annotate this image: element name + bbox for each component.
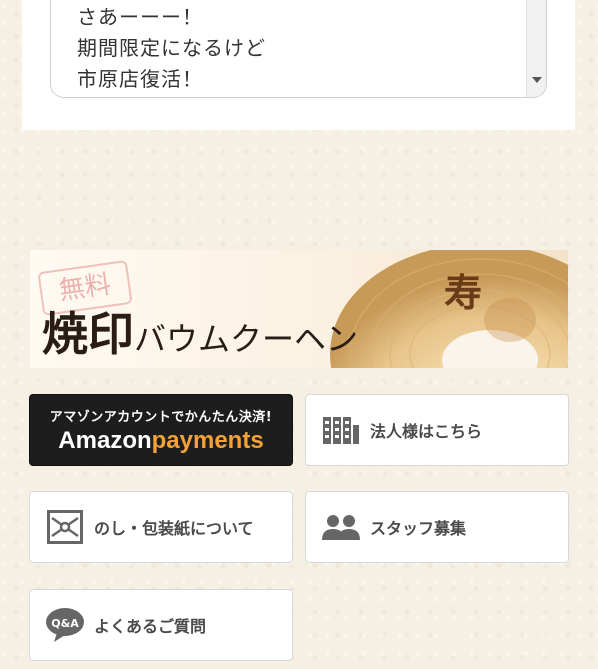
svg-text:Q&A: Q&A xyxy=(51,617,79,630)
scroll-down-arrow-icon[interactable] xyxy=(532,77,542,83)
message-line: 市原店復活！ xyxy=(77,67,203,91)
textarea-scrollbar[interactable] xyxy=(526,0,546,97)
message-line: さあーーー！ xyxy=(77,5,203,29)
noshi-wrapping-button-label: のし・包装紙について xyxy=(94,519,254,538)
building-icon xyxy=(320,409,362,451)
amazon-payments-button[interactable]: アマゾンアカウントでかんたん決済! Amazonpayments xyxy=(29,394,293,466)
banner-title-main: 焼印 xyxy=(42,307,134,361)
banner-title-sub: バウムクーヘン xyxy=(134,320,359,358)
amazon-payments-logo: Amazonpayments xyxy=(58,427,263,455)
staff-recruitment-button[interactable]: スタッフ募集 xyxy=(305,491,569,563)
people-icon xyxy=(320,506,362,548)
noshi-wrapping-button[interactable]: のし・包装紙について xyxy=(29,491,293,563)
faq-button-label: よくあるご質問 xyxy=(94,617,207,636)
message-text: さあーーー！ 期間限定になるけど 市原店復活！ xyxy=(77,2,266,95)
staff-recruitment-button-label: スタッフ募集 xyxy=(370,519,467,538)
amazon-brand: Amazon xyxy=(58,426,152,454)
faq-button[interactable]: Q&A よくあるご質問 xyxy=(29,589,293,661)
message-textarea[interactable]: さあーーー！ 期間限定になるけど 市原店復活！ xyxy=(50,0,547,98)
corporate-button[interactable]: 法人様はこちら xyxy=(305,394,569,466)
yakiin-baumkuchen-banner[interactable]: 寿 無料 焼印バウムクーヘン xyxy=(30,250,568,368)
corporate-button-label: 法人様はこちら xyxy=(370,422,483,441)
amazon-pay: payments xyxy=(151,426,264,454)
banner-title: 焼印バウムクーヘン xyxy=(42,298,358,364)
qa-bubble-icon: Q&A xyxy=(44,604,86,646)
message-panel: さあーーー！ 期間限定になるけど 市原店復活！ xyxy=(22,0,575,130)
brand-mark: 寿 xyxy=(444,270,483,315)
amazon-payments-caption: アマゾンアカウントでかんたん決済! xyxy=(49,409,273,425)
message-line: 期間限定になるけど xyxy=(77,36,266,60)
gift-wrap-icon xyxy=(44,506,86,548)
